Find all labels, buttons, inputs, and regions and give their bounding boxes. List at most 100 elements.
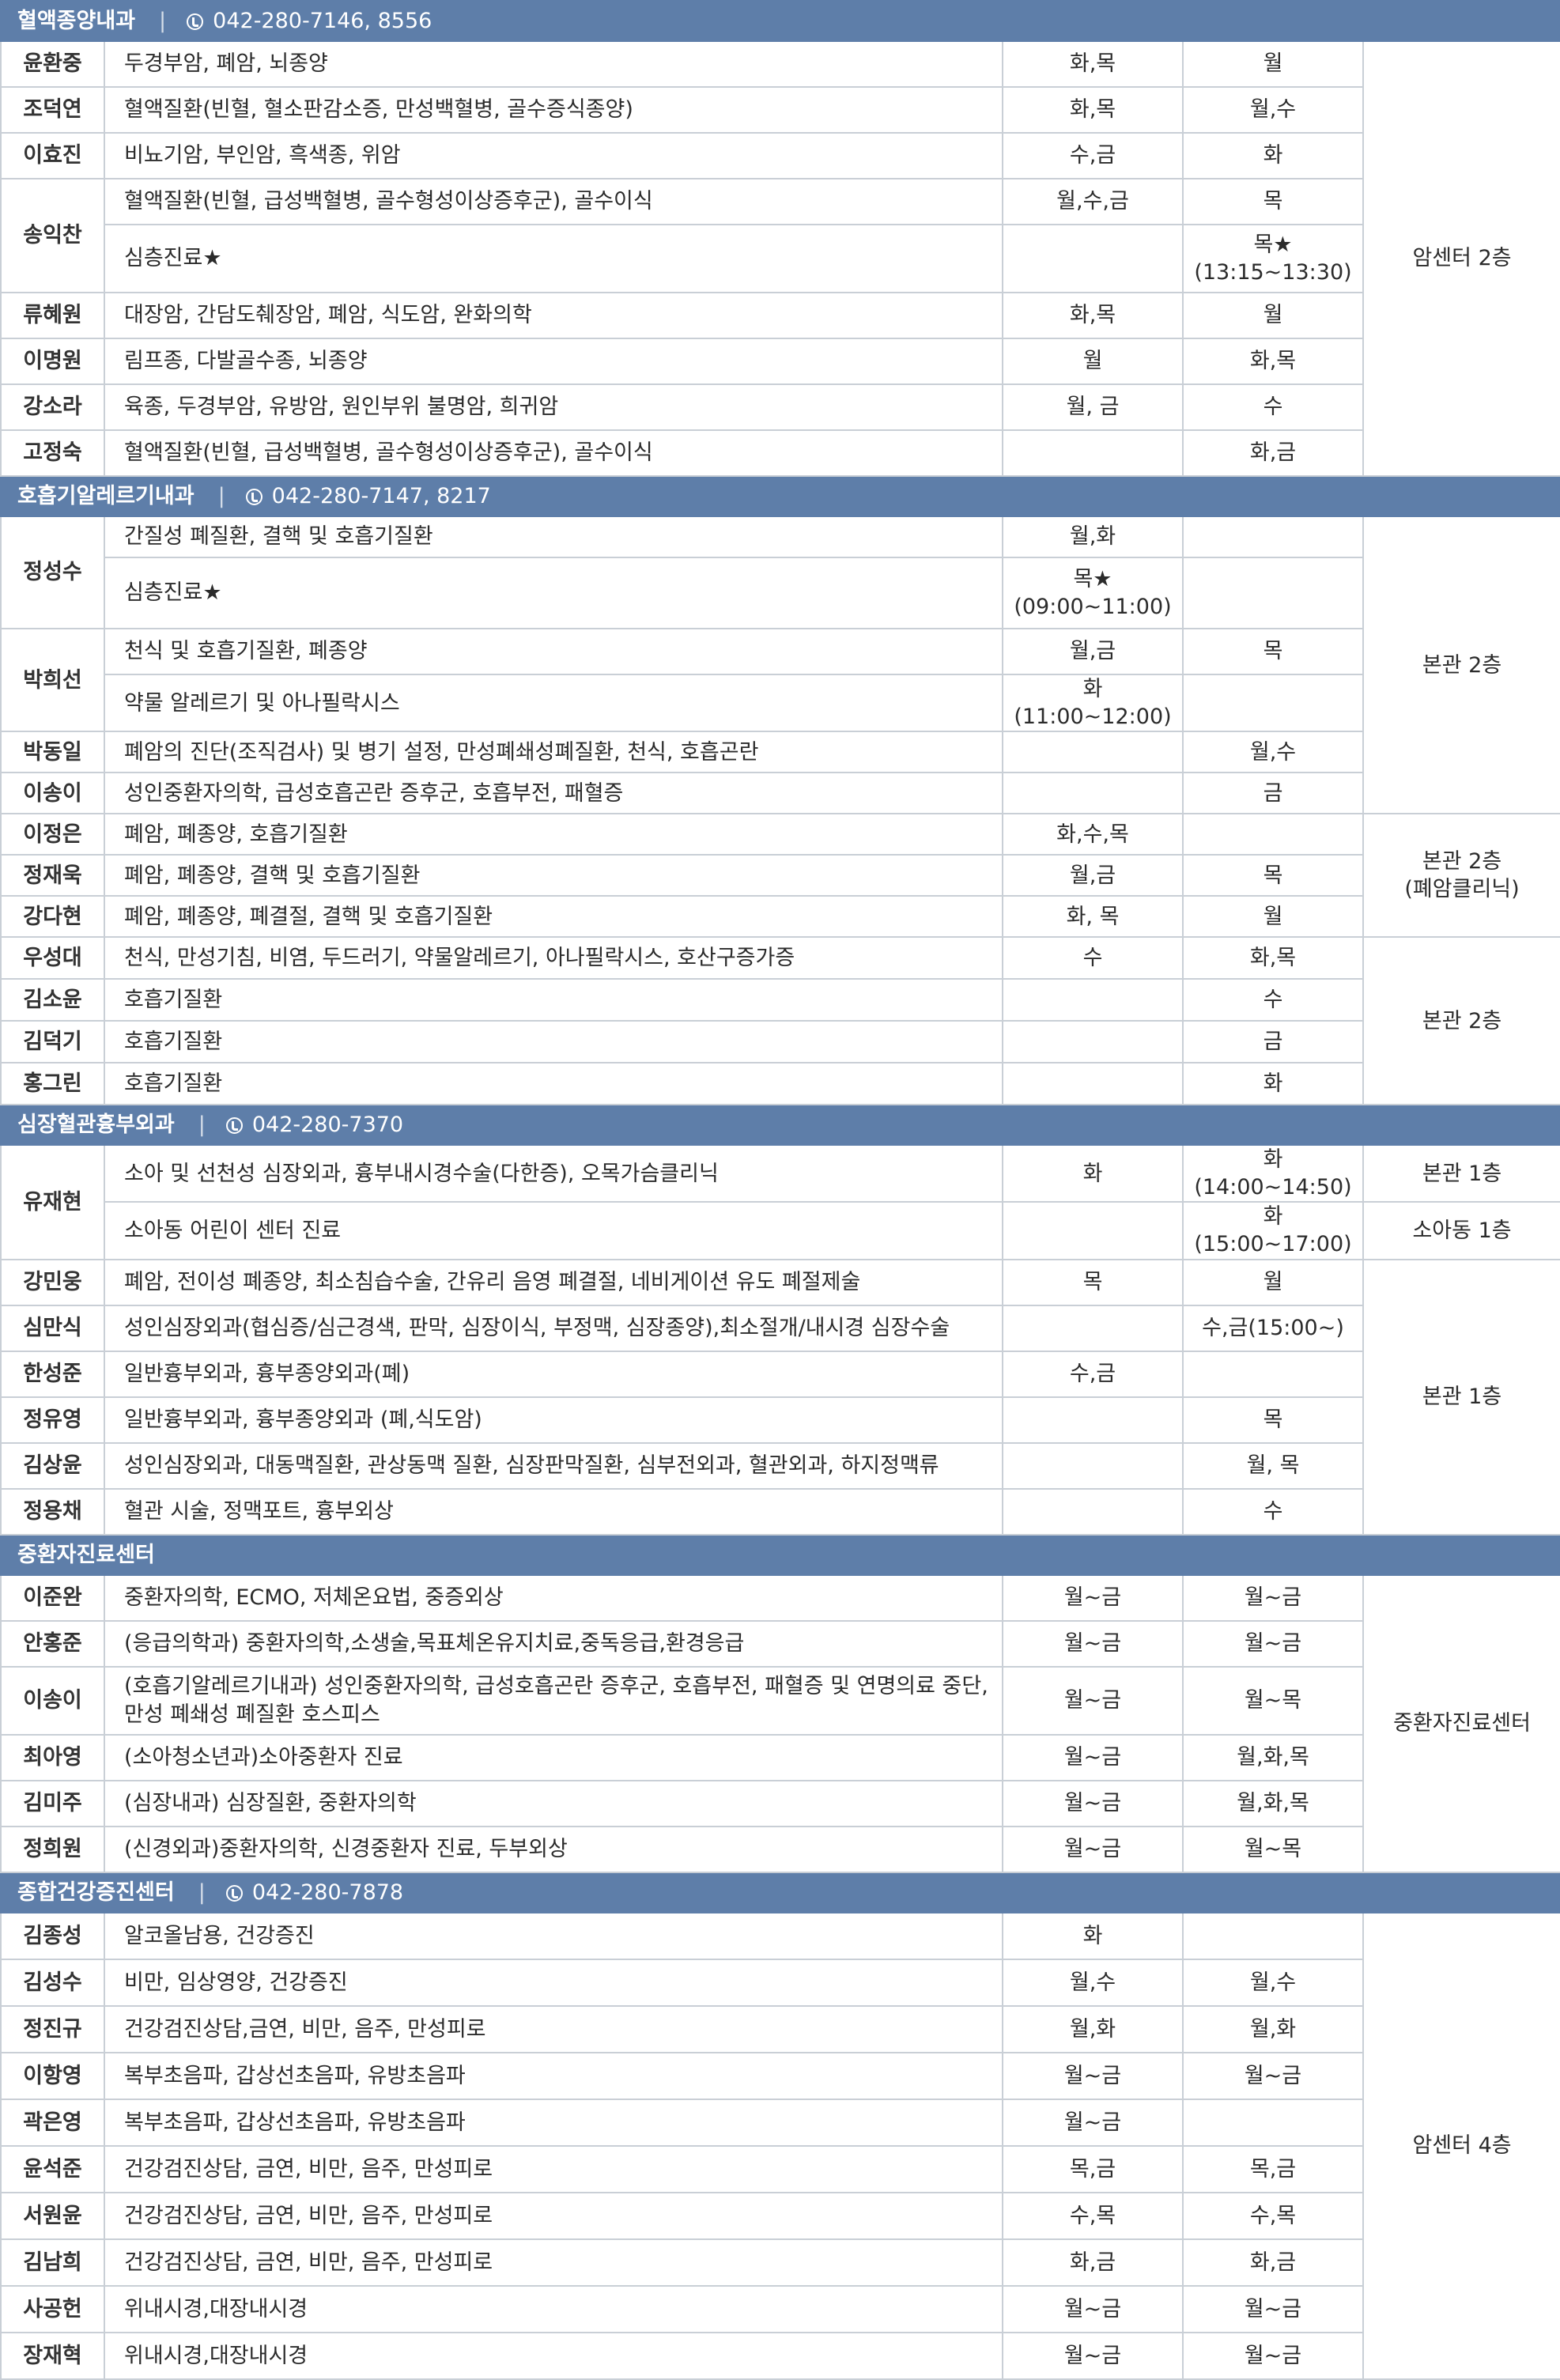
doctor-name: 김소윤 — [0, 978, 105, 1022]
doctor-schedule-table: 혈액종양내과 | 042-280-7146, 8556 윤환중 두경부암, 폐암, … — [0, 0, 1560, 2380]
ward-days: 수,금(15:00~) — [1182, 1304, 1364, 1352]
doctor-name: 이정은 — [0, 813, 105, 856]
outpatient-days: 화,목 — [1002, 292, 1184, 339]
ward-days: 수,목 — [1182, 2191, 1364, 2240]
specialty: 위내시경,대장내시경 — [104, 2331, 1003, 2380]
outpatient-days — [1002, 1304, 1184, 1352]
specialty: 폐암, 폐종양, 호흡기질환 — [104, 813, 1003, 856]
specialty: (응급의학과) 중환자의학,소생술,목표체온유지치료,중독응급,환경응급 — [104, 1619, 1003, 1668]
ward-days: 목 — [1182, 1396, 1364, 1444]
outpatient-days: 화 — [1002, 1911, 1184, 1960]
specialty-line: 만성 폐쇄성 폐질환 호스피스 — [124, 1702, 380, 1727]
outpatient-days: 월, 금 — [1002, 383, 1184, 431]
outpatient-days: 목★ (09:00~11:00) — [1002, 557, 1184, 629]
ward-days — [1182, 2098, 1364, 2147]
divider: | — [198, 1113, 206, 1138]
table-row: 사공헌 위내시경,대장내시경 월~금 월~금 — [0, 2284, 1560, 2333]
table-row: 약물 알레르기 및 아나필락시스 화(11:00~12:00) — [1, 673, 1560, 733]
table-row: 박동일 폐암의 진단(조직검사) 및 병기 설정, 만성폐쇄성폐질환, 천식, … — [0, 731, 1560, 774]
ward-days: 수 — [1182, 978, 1364, 1022]
specialty: (호흡기알레르기내과) 성인중환자의학, 급성호흡곤란 증후군, 호흡부전, 패… — [104, 1665, 1003, 1736]
ward-days-value: 목★ — [1253, 232, 1293, 257]
outpatient-days: 수 — [1002, 936, 1184, 980]
specialty: 성인중환자의학, 급성호흡곤란 증후군, 호흡부전, 패혈증 — [104, 772, 1003, 815]
ward-days: 월,화,목 — [1182, 1779, 1364, 1827]
clinic-location: 본관 2층 — [1362, 515, 1560, 815]
specialty-line: (호흡기알레르기내과) 성인중환자의학, 급성호흡곤란 증후군, 호흡부전, 패… — [124, 1674, 988, 1699]
clinic-location: 본관 2층 (폐암클리닉) — [1362, 813, 1560, 939]
ward-days: 수 — [1182, 383, 1364, 431]
department-header: 혈액종양내과 | 042-280-7146, 8556 — [0, 0, 1560, 42]
ward-days: 월~금 — [1182, 2331, 1364, 2380]
ward-days: 화,금 — [1182, 2238, 1364, 2287]
ward-days: 월~금 — [1182, 1619, 1364, 1668]
ward-days: 화,금 — [1182, 429, 1364, 477]
doctor-name: 정재욱 — [0, 854, 105, 897]
department-phone: 042-280-7878 — [251, 1879, 404, 1905]
clinic-location: 본관 1층 — [1362, 1258, 1560, 1536]
table-row: 심층진료★ 목★ (09:00~11:00) — [1, 557, 1560, 629]
ward-days: 월~금 — [1182, 2284, 1364, 2333]
table-row: 고정숙 혈액질환(빈혈, 급성백혈병, 골수형성이상증후군), 골수이식 화,금 — [0, 429, 1560, 477]
outpatient-days: 월,금 — [1002, 628, 1184, 675]
clinic-location: 본관 2층 — [1362, 936, 1560, 1106]
doctor-name: 곽은영 — [0, 2098, 105, 2147]
doctor-name: 서원윤 — [0, 2191, 105, 2240]
doctor-name: 정진규 — [0, 2004, 105, 2053]
table-row: 김미주 (심장내과) 심장질환, 중환자의학 월~금 월,화,목 — [0, 1779, 1560, 1827]
clinic-location: 암센터 4층 — [1362, 1911, 1560, 2380]
department-phone: 042-280-7146, 8556 — [213, 8, 432, 33]
outpatient-days — [1002, 1020, 1184, 1064]
clinic-location: 소아동 1층 — [1362, 1201, 1560, 1260]
specialty: 림프종, 다발골수종, 뇌종양 — [104, 338, 1003, 385]
phone-icon — [245, 488, 263, 505]
phone-icon — [225, 1117, 243, 1135]
ward-days: 화 — [1182, 132, 1364, 179]
specialty: 성인심장외과, 대동맥질환, 관상동맥 질환, 심장판막질환, 심부전외과, 혈… — [104, 1441, 1003, 1490]
ward-days: 화,목 — [1182, 936, 1364, 980]
table-row: 김종성 알코올남용, 건강증진 화 암센터 4층 — [0, 1911, 1560, 2380]
table-row: 안홍준 (응급의학과) 중환자의학,소생술,목표체온유지치료,중독응급,환경응급… — [0, 1619, 1560, 1668]
table-row: 심만식 성인심장외과(협심증/심근경색, 판막, 심장이식, 부정맥, 심장종양… — [0, 1304, 1560, 1352]
department-name: 종합건강증진센터 — [17, 1879, 175, 1905]
specialty: 간질성 폐질환, 결핵 및 호흡기질환 — [104, 516, 1003, 558]
outpatient-days: 월 — [1002, 338, 1184, 385]
specialty: 약물 알레르기 및 아나필락시스 — [104, 673, 1003, 733]
outpatient-days: 월,금 — [1002, 854, 1184, 897]
table-row: 정성수 간질성 폐질환, 결핵 및 호흡기질환 월,화 본관 2층 — [0, 515, 1560, 815]
specialty: 소아동 어린이 센터 진료 — [104, 1201, 1003, 1260]
department-name: 혈액종양내과 — [17, 8, 136, 33]
doctor-name: 이준완 — [0, 1573, 105, 1622]
specialty: 건강검진상담, 금연, 비만, 음주, 만성피로 — [104, 2238, 1003, 2287]
specialty: 비뇨기암, 부인암, 흑색종, 위암 — [104, 132, 1003, 179]
outpatient-days: 화(11:00~12:00) — [1002, 673, 1184, 733]
outpatient-days: 수,금 — [1002, 1350, 1184, 1398]
doctor-name: 유재현 — [0, 1144, 105, 1260]
outpatient-days: 화,수,목 — [1002, 813, 1184, 856]
outpatient-days: 월~금 — [1002, 1619, 1184, 1668]
table-row: 이준완 중환자의학, ECMO, 저체온요법, 중증외상 월~금 월~금 중환자… — [0, 1573, 1560, 1873]
ward-days: 화 — [1182, 1062, 1364, 1106]
specialty: 폐암, 전이성 폐종양, 최소침습수술, 간유리 음영 폐결절, 네비게이션 유… — [104, 1258, 1003, 1306]
specialty: 폐암, 폐종양, 결핵 및 호흡기질환 — [104, 854, 1003, 897]
outpatient-days: 월~금 — [1002, 2098, 1184, 2147]
ward-days — [1182, 813, 1364, 856]
ward-days — [1182, 557, 1364, 629]
ward-days: 월~목 — [1182, 1665, 1364, 1736]
doctor-name: 이효진 — [0, 132, 105, 179]
ward-days: 월~금 — [1182, 2051, 1364, 2100]
table-row: 조덕연 혈액질환(빈혈, 혈소판감소증, 만성백혈병, 골수증식종양) 화,목 … — [0, 86, 1560, 134]
specialty: 건강검진상담,금연, 비만, 음주, 만성피로 — [104, 2004, 1003, 2053]
department-name: 호흡기알레르기내과 — [17, 483, 195, 508]
department-name: 심장혈관흉부외과 — [17, 1113, 175, 1138]
table-row: 장재혁 위내시경,대장내시경 월~금 월~금 — [0, 2331, 1560, 2380]
ward-days: 수 — [1182, 1487, 1364, 1536]
outpatient-days: 월~금 — [1002, 2331, 1184, 2380]
table-row: 유재현 소아 및 선천성 심장외과, 흉부내시경수술(다한증), 오목가슴클리닉… — [0, 1144, 1560, 1260]
table-row: 윤환중 두경부암, 폐암, 뇌종양 화,목 월 암센터 2층 — [0, 40, 1560, 477]
table-row: 강다현 폐암, 폐종양, 폐결절, 결핵 및 호흡기질환 화, 목 월 — [0, 895, 1560, 939]
table-row: 이항영 복부초음파, 갑상선초음파, 유방초음파 월~금 월~금 — [0, 2051, 1560, 2100]
outpatient-days: 월~금 — [1002, 1779, 1184, 1827]
specialty: 육종, 두경부암, 유방암, 원인부위 불명암, 희귀암 — [104, 383, 1003, 431]
specialty: (심장내과) 심장질환, 중환자의학 — [104, 1779, 1003, 1827]
